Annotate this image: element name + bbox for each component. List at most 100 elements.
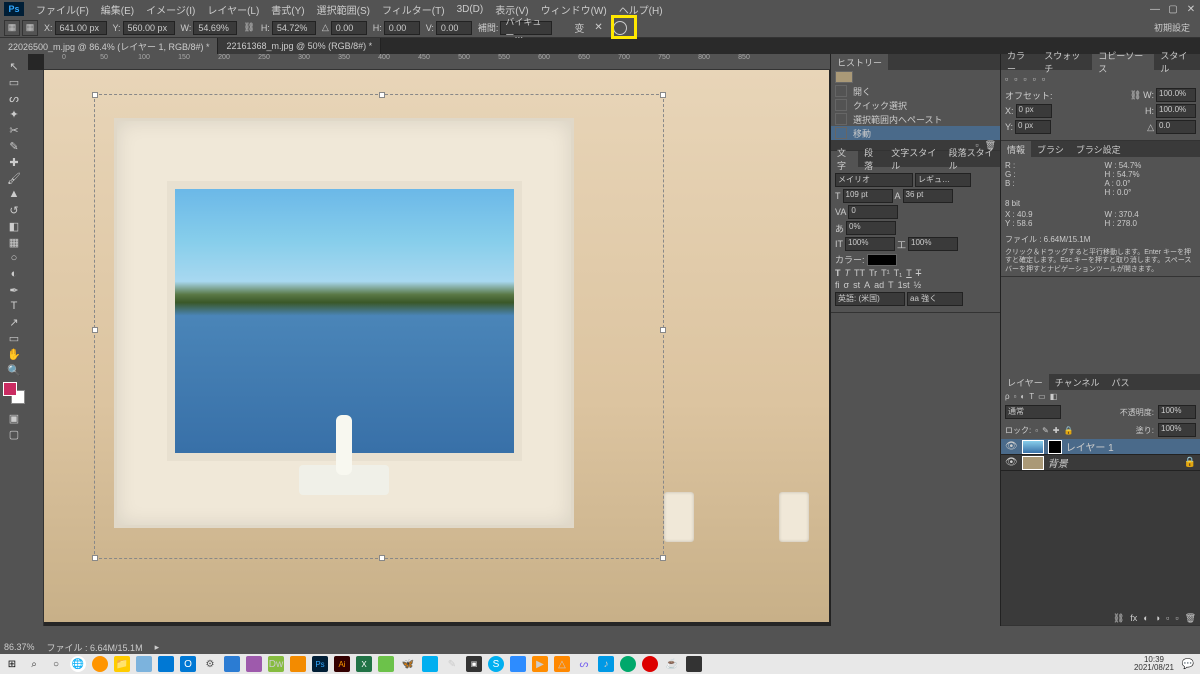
brush-tool[interactable]: 🖌 [3, 170, 25, 186]
word-icon[interactable] [224, 656, 240, 672]
menu-type[interactable]: 書式(Y) [265, 2, 310, 17]
anchor-icon[interactable]: ▦ [22, 20, 38, 36]
media-icon[interactable]: ▶ [532, 656, 548, 672]
clone-src-4-icon[interactable]: ▫ [1033, 74, 1036, 84]
vlc-icon[interactable]: △ [554, 656, 570, 672]
menu-filter[interactable]: フィルター(T) [376, 2, 451, 17]
char-tab[interactable]: 文字 [831, 151, 858, 167]
crop-tool[interactable]: ✂ [3, 122, 25, 138]
y-field[interactable]: 560.00 px [123, 21, 175, 35]
w-field[interactable]: 54.69% [193, 21, 237, 35]
kerning-field[interactable]: 0 [848, 205, 898, 219]
style-tab[interactable]: スタイル [1154, 54, 1200, 70]
lang-field[interactable]: 英語: (米国) [835, 292, 905, 306]
cs-h-field[interactable]: 100.0% [1156, 104, 1196, 118]
filter-type-icon[interactable]: T [1029, 392, 1034, 401]
clone-src-3-icon[interactable]: ▫ [1023, 74, 1026, 84]
vscale-field[interactable]: 100% [845, 237, 895, 251]
history-item-pasteinto[interactable]: 選択範囲内へペースト [831, 112, 1000, 126]
a-btn[interactable]: A [864, 280, 870, 290]
tracking-field[interactable]: 0% [846, 221, 896, 235]
color-tab[interactable]: カラー [1001, 54, 1038, 70]
leading-field[interactable]: 36 pt [903, 189, 953, 203]
layers-tab[interactable]: レイヤー [1001, 374, 1049, 390]
shape-tool[interactable]: ▭ [3, 330, 25, 346]
layer-row-bg[interactable]: 👁 背景 🔒 [1001, 455, 1200, 471]
bold-btn[interactable]: T [835, 268, 841, 278]
filter-smart-icon[interactable]: ◧ [1050, 392, 1058, 401]
menu-select[interactable]: 選択範囲(S) [311, 2, 376, 17]
app-icon-3[interactable]: ✎ [444, 656, 460, 672]
history-thumb-row[interactable] [831, 70, 1000, 84]
filter-shape-icon[interactable]: ▭ [1038, 392, 1046, 401]
history-brush-tool[interactable]: ↺ [3, 202, 25, 218]
smallcaps-btn[interactable]: Tr [869, 268, 877, 278]
lasso-tool[interactable]: ᔕ [3, 90, 25, 106]
angle-field[interactable]: 0.00 [331, 21, 367, 35]
excel-icon[interactable]: X [356, 656, 372, 672]
paths-tab[interactable]: パス [1105, 374, 1135, 390]
zoom-tool[interactable]: 🔍 [3, 362, 25, 378]
size-field[interactable]: 109 pt [843, 189, 893, 203]
vskew-field[interactable]: 0.00 [436, 21, 472, 35]
lock-all-icon[interactable]: 🔒 [1063, 426, 1073, 435]
superscript-btn[interactable]: T¹ [881, 268, 890, 278]
transform-icon[interactable]: ▦ [4, 20, 20, 36]
filter-pixel-icon[interactable]: ▫ [1014, 392, 1017, 401]
app-icon-5[interactable] [620, 656, 636, 672]
doc-info-arrow[interactable]: ▸ [155, 642, 160, 653]
layer-thumb-1[interactable] [1022, 440, 1044, 454]
filter-kind-icon[interactable]: ρ [1005, 392, 1010, 401]
link-wh-icon[interactable]: ⛓ [1130, 90, 1141, 101]
outlook-icon[interactable]: O [180, 656, 196, 672]
workspace-label[interactable]: 初期設定 [1154, 21, 1190, 34]
gradient-tool[interactable]: ▦ [3, 234, 25, 250]
doc-tab-2[interactable]: 22161368_m.jpg @ 50% (RGB/8#) * [218, 38, 381, 54]
cs-x-field[interactable]: 0 px [1016, 104, 1052, 118]
min-button[interactable]: — [1146, 2, 1164, 16]
strike-btn[interactable]: T [916, 268, 922, 278]
history-item-quickselect[interactable]: クイック選択 [831, 98, 1000, 112]
app-icon-1[interactable] [378, 656, 394, 672]
fill-field[interactable]: 100% [1158, 423, 1196, 437]
close-button[interactable]: ✕ [1182, 2, 1200, 16]
zoom-value[interactable]: 86.37% [4, 642, 35, 652]
sigma-btn[interactable]: σ [844, 280, 850, 290]
font-family-field[interactable]: メイリオ [835, 173, 913, 187]
clone-src-1-icon[interactable]: ▫ [1005, 74, 1008, 84]
color-swatches[interactable] [3, 382, 25, 404]
cs-angle-field[interactable]: 0.0 [1156, 120, 1196, 134]
music-icon[interactable]: ♪ [598, 656, 614, 672]
app-icon-2[interactable] [422, 656, 438, 672]
subscript-btn[interactable]: T₁ [894, 268, 903, 278]
link-layers-icon[interactable]: ⛓ [1113, 613, 1124, 624]
blend-mode-field[interactable]: 通常 [1005, 405, 1061, 419]
brushsettings-tab[interactable]: ブラシ設定 [1070, 141, 1127, 157]
parastyle-tab[interactable]: 段落スタイル [943, 151, 1000, 167]
menu-edit[interactable]: 編集(E) [95, 2, 140, 17]
fg-color[interactable] [3, 382, 17, 396]
new-layer-icon[interactable]: ▫ [1175, 613, 1178, 623]
h-field[interactable]: 54.72% [272, 21, 316, 35]
blur-tool[interactable]: ○ [3, 250, 25, 266]
record-icon[interactable] [642, 656, 658, 672]
trash-icon[interactable]: 🗑 [1185, 613, 1196, 624]
italic-btn[interactable]: T [845, 268, 851, 278]
t1-btn[interactable]: T [888, 280, 894, 290]
opacity-field[interactable]: 100% [1158, 405, 1196, 419]
path-tool[interactable]: ↗ [3, 314, 25, 330]
half-btn[interactable]: ½ [914, 280, 922, 290]
mask-icon[interactable]: ◐ [1143, 613, 1148, 623]
wand-tool[interactable]: ✦ [3, 106, 25, 122]
notepad-icon[interactable] [136, 656, 152, 672]
stamp-tool[interactable]: ▲ [3, 186, 25, 202]
clone-src-5-icon[interactable]: ▫ [1042, 74, 1045, 84]
link-icon[interactable]: ⛓ [243, 22, 254, 33]
search-icon[interactable]: ⌕ [26, 656, 42, 672]
lock-pos-icon[interactable]: ✚ [1053, 426, 1060, 435]
1st-btn[interactable]: 1st [898, 280, 910, 290]
info-tab[interactable]: 情報 [1001, 141, 1031, 157]
sublime-icon[interactable] [290, 656, 306, 672]
swatches-tab[interactable]: スウォッチ [1038, 54, 1092, 70]
warp-icon[interactable]: 变 [574, 20, 584, 35]
